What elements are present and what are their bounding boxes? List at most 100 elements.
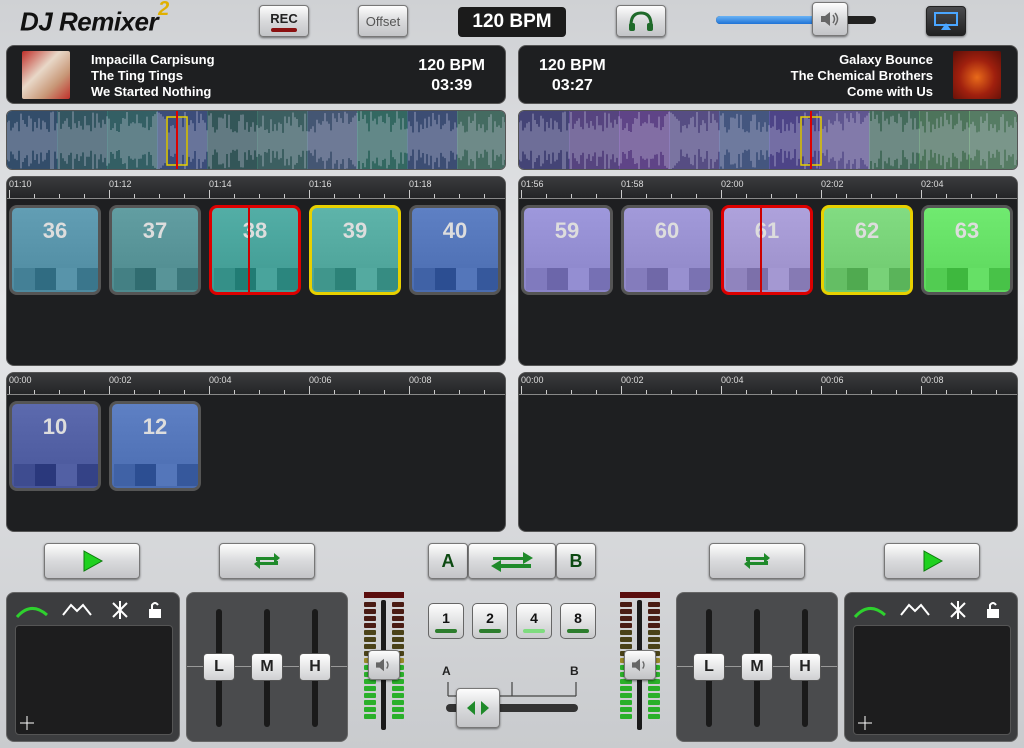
fx-panel-left	[6, 592, 180, 742]
loop-pad-left-bottom-0[interactable]: 10	[9, 401, 101, 491]
deck-left-bpm-time: 120 BPM 03:39	[418, 57, 485, 94]
swap-decks-button[interactable]	[468, 543, 556, 579]
waveform-right[interactable]	[518, 110, 1018, 170]
timeline-tick-label: 01:58	[621, 179, 644, 189]
loop-pad-right-top-4[interactable]: 63	[921, 205, 1013, 295]
crossfader-knob[interactable]	[456, 688, 500, 728]
pad-number: 39	[342, 218, 368, 243]
timeline-tick-label: 00:04	[209, 375, 232, 385]
speaker-icon	[632, 658, 645, 672]
timeline-tick-label: 01:10	[9, 179, 32, 189]
crosshair-icon	[858, 716, 872, 730]
loop-pad-left-top-2[interactable]: 38	[209, 205, 301, 295]
loop-pad-left-top-1[interactable]: 37	[109, 205, 201, 295]
airplay-icon	[934, 12, 958, 30]
pad-number: 12	[142, 414, 168, 439]
loop-pad-right-top-1[interactable]: 60	[621, 205, 713, 295]
lock-icon	[149, 609, 161, 618]
deck-left-info: Impacilla Carpisung The Ting Tings We St…	[6, 45, 506, 104]
timeline-tick-label: 00:06	[821, 375, 844, 385]
eq-low-right[interactable]: L	[693, 653, 725, 681]
lowpass-filter-icon	[853, 607, 886, 619]
timeline-right-top: 01:56 01:58 02:00 02:02 02:04	[519, 177, 1017, 199]
master-bpm-display: 120 BPM	[458, 7, 566, 37]
loop-button-left[interactable]	[219, 543, 315, 579]
loop-pad-left-top-3[interactable]: 39	[309, 205, 401, 295]
pad-number: 63	[954, 218, 980, 243]
eq-panel-right: L M H	[676, 592, 838, 742]
distortion-icon	[950, 601, 966, 619]
play-icon	[923, 550, 944, 572]
album-art-right	[953, 51, 1001, 99]
loop-pad-right-top-0[interactable]: 59	[521, 205, 613, 295]
pad-number: 37	[142, 218, 168, 243]
lowpass-filter-icon	[15, 607, 48, 619]
timeline-tick-label: 00:00	[9, 375, 32, 385]
loop-pad-left-top-4[interactable]: 40	[409, 205, 501, 295]
beat-length-button-1[interactable]: 1	[428, 603, 464, 639]
eq-high-left[interactable]: H	[299, 653, 331, 681]
timeline-tick-label: 00:08	[409, 375, 432, 385]
beat-length-button-8[interactable]: 8	[560, 603, 596, 639]
pad-number: 61	[754, 218, 780, 243]
timeline-tick-label: 00:08	[921, 375, 944, 385]
timeline-tick-label: 02:04	[921, 179, 944, 189]
timeline-left-top: 01:10 01:12 01:14 01:16 01:18	[7, 177, 505, 199]
offset-button[interactable]: Offset	[358, 5, 408, 37]
distortion-icon	[112, 601, 128, 619]
pad-number: 62	[854, 218, 880, 243]
beat-length-button-4[interactable]: 4	[516, 603, 552, 639]
timeline-tick-label: 02:00	[721, 179, 744, 189]
eq-low-left[interactable]: L	[203, 653, 235, 681]
eq-mid-left[interactable]: M	[251, 653, 283, 681]
speaker-icon	[821, 12, 839, 26]
timeline-right-bottom: 00:00 00:02 00:04 00:06 00:08	[519, 373, 1017, 395]
airplay-button[interactable]	[926, 6, 966, 36]
beat-length-button-2[interactable]: 2	[472, 603, 508, 639]
headphones-icon	[629, 11, 653, 31]
timeline-tick-label: 01:18	[409, 179, 432, 189]
pad-number: 40	[442, 218, 468, 243]
xy-pad-right[interactable]	[853, 625, 1011, 735]
channel-fader-right[interactable]	[624, 650, 656, 680]
timeline-tick-label: 00:06	[309, 375, 332, 385]
play-button-left[interactable]	[44, 543, 140, 579]
headphones-button[interactable]	[616, 5, 666, 37]
loop-pad-right-top-3[interactable]: 62	[821, 205, 913, 295]
timeline-tick-label: 01:56	[521, 179, 544, 189]
timeline-tick-label: 01:12	[109, 179, 132, 189]
deck-left-oneshot-pads: 00:00 00:02 00:04 00:06 00:08 10 12	[6, 372, 506, 532]
play-button-right[interactable]	[884, 543, 980, 579]
waveform-right-graphic	[519, 111, 1017, 169]
timeline-tick-label: 01:14	[209, 179, 232, 189]
xy-pad-left[interactable]	[15, 625, 173, 735]
channel-fader-left[interactable]	[368, 650, 400, 680]
crosshair-icon	[20, 716, 34, 730]
timeline-tick-label: 00:02	[109, 375, 132, 385]
eq-mid-right[interactable]: M	[741, 653, 773, 681]
eq-high-right[interactable]: H	[789, 653, 821, 681]
pad-number: 38	[242, 218, 268, 243]
app-logo: DJ Remixer2	[20, 0, 169, 37]
deck-a-select-button[interactable]: A	[428, 543, 468, 579]
loop-pad-left-top-0[interactable]: 36	[9, 205, 101, 295]
crossfader-label-a: A	[442, 664, 451, 678]
master-volume-knob[interactable]	[812, 2, 848, 36]
waveform-left[interactable]	[6, 110, 506, 170]
lock-icon	[987, 609, 999, 618]
playhead	[760, 208, 762, 292]
track-info-left: Impacilla Carpisung The Ting Tings We St…	[91, 52, 215, 99]
loop-pad-right-top-2[interactable]: 61	[721, 205, 813, 295]
fx-panel-right	[844, 592, 1018, 742]
loop-pad-left-bottom-1[interactable]: 12	[109, 401, 201, 491]
deck-right-oneshot-pads: 00:00 00:02 00:04 00:06 00:08	[518, 372, 1018, 532]
loop-button-right[interactable]	[709, 543, 805, 579]
master-volume-slider[interactable]	[716, 16, 876, 24]
play-icon	[83, 550, 104, 572]
deck-b-select-button[interactable]: B	[556, 543, 596, 579]
record-button[interactable]: REC	[259, 5, 309, 37]
timeline-tick-label: 02:02	[821, 179, 844, 189]
pad-number: 36	[42, 218, 68, 243]
speaker-icon	[376, 658, 389, 672]
eq-panel-left: L M H	[186, 592, 348, 742]
